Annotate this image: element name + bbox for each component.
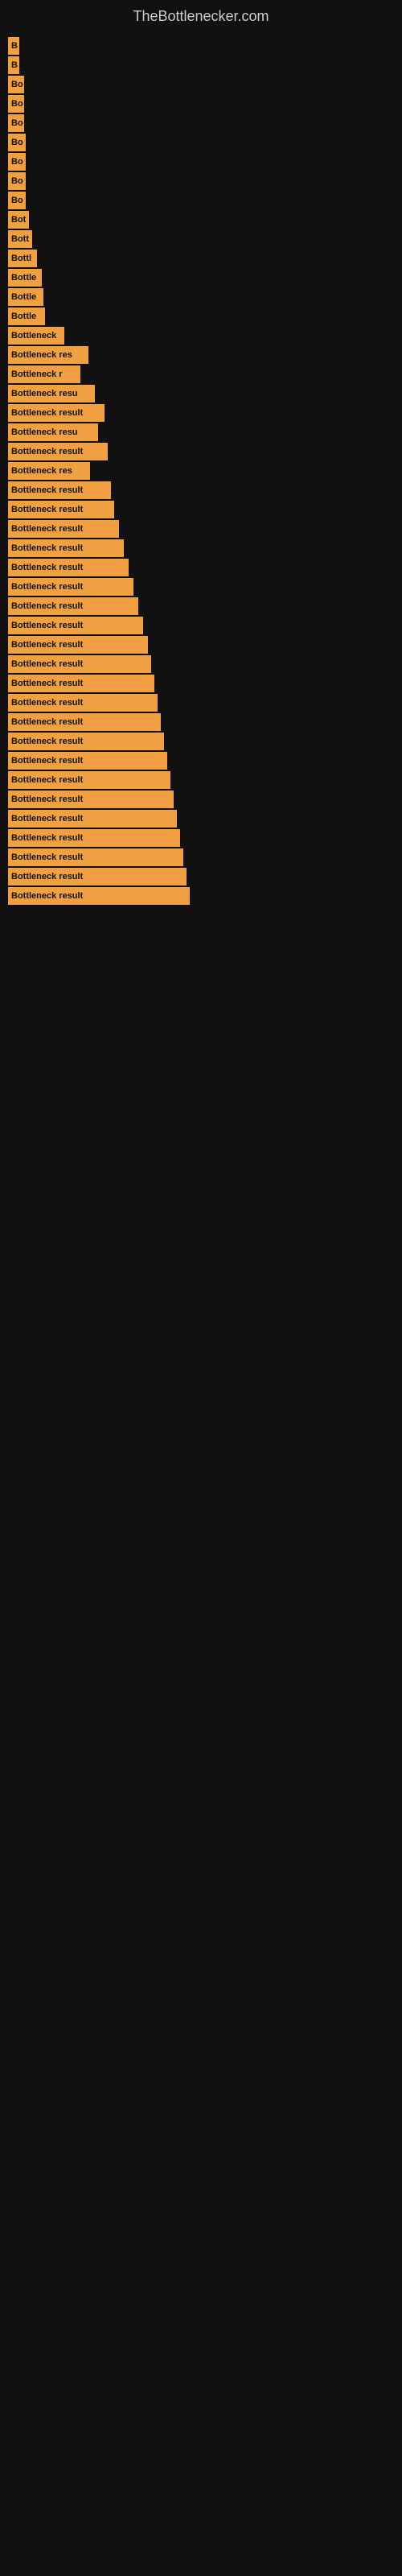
bottleneck-bar: Bottleneck result [8, 694, 158, 712]
bottleneck-bar: Bottleneck result [8, 578, 133, 596]
bottleneck-bar: Bottleneck result [8, 655, 151, 673]
bar-row: Bottleneck result [8, 655, 402, 673]
bar-row: Bottleneck result [8, 694, 402, 712]
bar-row: Bottleneck result [8, 887, 402, 905]
bottleneck-bar: Bottleneck result [8, 829, 180, 847]
bar-row: Bottleneck result [8, 810, 402, 828]
bottleneck-bar: Bo [8, 95, 24, 113]
bar-row: Bottleneck result [8, 675, 402, 692]
bottleneck-bar: Bottleneck result [8, 539, 124, 557]
bottleneck-bar: Bottle [8, 288, 43, 306]
bottleneck-bar: Bottleneck result [8, 501, 114, 518]
bar-row: Bottleneck [8, 327, 402, 345]
bar-row: Bottleneck r [8, 365, 402, 383]
bar-row: Bottleneck result [8, 520, 402, 538]
bottleneck-bar: Bottleneck [8, 327, 64, 345]
bar-row: Bottleneck result [8, 868, 402, 886]
bar-row: B [8, 37, 402, 55]
bottleneck-bar: Bo [8, 153, 26, 171]
bottleneck-bar: B [8, 56, 19, 74]
bottleneck-bar: Bo [8, 172, 26, 190]
bar-row: Bottleneck result [8, 791, 402, 808]
bar-row: Bottle [8, 308, 402, 325]
bottleneck-bar: Bottleneck result [8, 443, 108, 460]
bar-row: Bottleneck result [8, 848, 402, 866]
bar-row: Bottle [8, 269, 402, 287]
bottleneck-bar: Bo [8, 134, 26, 151]
bar-row: Bottleneck result [8, 443, 402, 460]
bar-row: Bo [8, 192, 402, 209]
bar-row: Bottleneck result [8, 771, 402, 789]
bar-row: Bottleneck result [8, 829, 402, 847]
bottleneck-bar: Bottleneck result [8, 617, 143, 634]
bar-row: Bottleneck result [8, 636, 402, 654]
bar-row: Bottleneck result [8, 617, 402, 634]
bar-row: Bottleneck res [8, 346, 402, 364]
bottleneck-bar: B [8, 37, 19, 55]
bar-row: Bottl [8, 250, 402, 267]
bottleneck-bar: Bottleneck result [8, 597, 138, 615]
bar-row: Bottleneck resu [8, 423, 402, 441]
bar-row: Bo [8, 76, 402, 93]
bottleneck-bar: Bottleneck result [8, 713, 161, 731]
bar-row: Bottleneck result [8, 501, 402, 518]
bar-row: Bo [8, 114, 402, 132]
bottleneck-bar: Bo [8, 76, 24, 93]
bars-container: BBBoBoBoBoBoBoBoBotBottBottlBottleBottle… [0, 29, 402, 914]
bar-row: Bott [8, 230, 402, 248]
bar-row: Bo [8, 95, 402, 113]
bottleneck-bar: Bo [8, 192, 26, 209]
bottleneck-bar: Bottleneck result [8, 481, 111, 499]
bottleneck-bar: Bottleneck r [8, 365, 80, 383]
bottleneck-bar: Bottle [8, 269, 42, 287]
bar-row: Bo [8, 172, 402, 190]
bar-row: Bottleneck resu [8, 385, 402, 402]
bar-row: Bot [8, 211, 402, 229]
bar-row: B [8, 56, 402, 74]
bottleneck-bar: Bottleneck result [8, 868, 187, 886]
bar-row: Bottleneck result [8, 481, 402, 499]
bar-row: Bottleneck result [8, 733, 402, 750]
bar-row: Bo [8, 134, 402, 151]
bottleneck-bar: Bo [8, 114, 24, 132]
bottleneck-bar: Bottleneck result [8, 810, 177, 828]
bottleneck-bar: Bottleneck result [8, 752, 167, 770]
bar-row: Bottleneck result [8, 752, 402, 770]
bottleneck-bar: Bottleneck result [8, 733, 164, 750]
bottleneck-bar: Bottleneck result [8, 636, 148, 654]
bottleneck-bar: Bottleneck resu [8, 385, 95, 402]
bottleneck-bar: Bottleneck result [8, 791, 174, 808]
bottleneck-bar: Bottleneck result [8, 848, 183, 866]
bottleneck-bar: Bottleneck res [8, 346, 88, 364]
bottleneck-bar: Bot [8, 211, 29, 229]
bar-row: Bottleneck result [8, 404, 402, 422]
bar-row: Bottleneck res [8, 462, 402, 480]
bar-row: Bottleneck result [8, 578, 402, 596]
bottleneck-bar: Bottleneck result [8, 675, 154, 692]
bottleneck-bar: Bottleneck result [8, 520, 119, 538]
bar-row: Bottleneck result [8, 559, 402, 576]
bar-row: Bottleneck result [8, 713, 402, 731]
site-title: TheBottlenecker.com [0, 0, 402, 29]
bar-row: Bottle [8, 288, 402, 306]
bottleneck-bar: Bottle [8, 308, 45, 325]
bottleneck-bar: Bottleneck res [8, 462, 90, 480]
bar-row: Bo [8, 153, 402, 171]
bottleneck-bar: Bottleneck result [8, 887, 190, 905]
bottleneck-bar: Bottleneck result [8, 771, 170, 789]
bottleneck-bar: Bottleneck result [8, 404, 105, 422]
bottleneck-bar: Bottleneck resu [8, 423, 98, 441]
bottleneck-bar: Bott [8, 230, 32, 248]
bar-row: Bottleneck result [8, 597, 402, 615]
bottleneck-bar: Bottl [8, 250, 37, 267]
bottleneck-bar: Bottleneck result [8, 559, 129, 576]
bar-row: Bottleneck result [8, 539, 402, 557]
